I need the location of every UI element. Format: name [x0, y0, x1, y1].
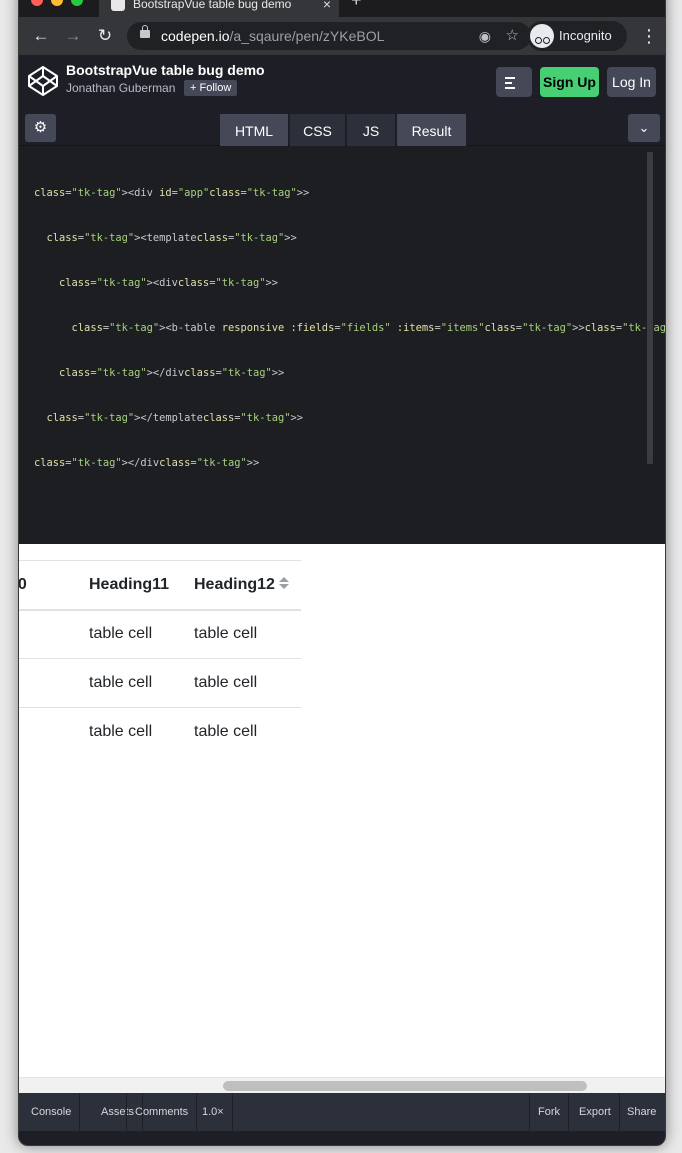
maximize-window-button[interactable]	[71, 0, 83, 6]
editor-scrollbar[interactable]	[647, 152, 653, 464]
scrollbar-thumb[interactable]	[223, 1081, 587, 1091]
code-line: class="tk-tag"><div id="app"class="tk-ta…	[34, 187, 310, 199]
code-line: class="tk-tag"></templateclass="tk-tag">…	[46, 412, 304, 424]
follow-button[interactable]: + Follow	[184, 80, 238, 96]
pen-title: BootstrapVue table bug demo	[66, 62, 265, 78]
console-button[interactable]: Console	[23, 1093, 81, 1131]
layout-icon-line	[505, 87, 515, 89]
table-header-row: ing10 Heading11 Heading12	[19, 560, 301, 611]
table-cell: table cell	[77, 609, 182, 659]
zoom-button[interactable]: 1.0×	[194, 1093, 233, 1131]
incognito-label: Incognito	[559, 28, 612, 43]
table-cell: table cell	[77, 658, 182, 708]
editor-tab-bar: ⚙ HTML CSS JS Result ⌄	[19, 109, 665, 146]
pen-author[interactable]: Jonathan Guberman	[66, 81, 175, 95]
result-table: ing10 Heading11 Heading12 cell table cel…	[19, 560, 301, 757]
codepen-footer-bar: Console Assets Comments 1.0× Fork Export…	[19, 1093, 665, 1131]
tab-html[interactable]: HTML	[220, 114, 288, 146]
sort-icon[interactable]	[278, 577, 289, 590]
tab-result[interactable]: Result	[397, 114, 466, 146]
result-preview: ing10 Heading11 Heading12 cell table cel…	[19, 544, 665, 1093]
column-header-heading11[interactable]: Heading11	[77, 560, 182, 611]
export-button[interactable]: Export	[571, 1093, 620, 1131]
gear-icon[interactable]: ⚙	[25, 114, 56, 142]
share-button[interactable]: Share	[619, 1093, 664, 1131]
layout-icon-line	[505, 82, 512, 84]
browser-window: BootstrapVue table bug demo × + ← → ↻ co…	[18, 0, 666, 1146]
column-header-heading12[interactable]: Heading12	[182, 560, 301, 611]
incognito-badge[interactable]: Incognito	[527, 21, 627, 51]
table-cell: cell	[19, 707, 77, 757]
tab-title: BootstrapVue table bug demo	[133, 0, 292, 11]
column-header-heading10[interactable]: ing10	[19, 560, 77, 611]
codepen-favicon-icon	[111, 0, 125, 11]
table-row: cell table cell table cell	[19, 707, 301, 757]
codepen-header: BootstrapVue table bug demo Jonathan Gub…	[19, 55, 665, 109]
table-row: cell table cell table cell	[19, 609, 301, 659]
code-content[interactable]: class="tk-tag"><div id="app"class="tk-ta…	[34, 156, 666, 501]
eye-off-icon[interactable]: ◉	[479, 22, 491, 50]
chevron-down-icon[interactable]: ⌄	[628, 114, 660, 142]
lock-icon[interactable]	[140, 25, 150, 38]
new-tab-button[interactable]: +	[351, 0, 362, 11]
comments-button[interactable]: Comments	[126, 1093, 198, 1131]
table-cell: table cell	[182, 609, 301, 659]
change-view-button[interactable]	[496, 67, 532, 97]
minimize-window-button[interactable]	[51, 0, 63, 6]
incognito-icon	[530, 24, 554, 48]
kebab-menu-icon[interactable]: ⋮	[639, 17, 659, 55]
code-line: class="tk-tag"></divclass="tk-tag">>	[34, 457, 260, 469]
table-cell: cell	[19, 609, 77, 659]
horizontal-scrollbar[interactable]	[19, 1077, 665, 1093]
table-cell: cell	[19, 658, 77, 708]
table-cell: table cell	[182, 707, 301, 757]
html-code-editor[interactable]: class="tk-tag"><div id="app"class="tk-ta…	[19, 146, 665, 544]
layout-icon	[505, 77, 515, 79]
codepen-logo-icon[interactable]	[27, 65, 59, 97]
code-line: class="tk-tag"><divclass="tk-tag">>	[59, 277, 279, 289]
star-icon[interactable]: ☆	[506, 22, 519, 50]
address-bar[interactable]: codepen.io/a_sqaure/pen/zYKeBOL ◉ ☆	[127, 22, 531, 50]
tab-css[interactable]: CSS	[290, 114, 345, 146]
code-line: class="tk-tag"><b-table responsive :fiel…	[71, 322, 666, 334]
back-icon[interactable]: ←	[27, 17, 55, 55]
browser-tab[interactable]: BootstrapVue table bug demo ×	[99, 0, 339, 17]
table-cell: table cell	[182, 658, 301, 708]
browser-toolbar: ← → ↻ codepen.io/a_sqaure/pen/zYKeBOL ◉ …	[19, 17, 665, 55]
fork-button[interactable]: Fork	[529, 1093, 569, 1131]
column-header-label: Heading12	[194, 575, 275, 593]
sign-up-button[interactable]: Sign Up	[540, 67, 599, 97]
tab-js[interactable]: JS	[347, 114, 395, 146]
table-cell: table cell	[77, 707, 182, 757]
url-host: codepen.io	[161, 28, 230, 44]
table-row: cell table cell table cell	[19, 658, 301, 708]
tab-strip: BootstrapVue table bug demo × +	[19, 0, 665, 17]
url-path: /a_sqaure/pen/zYKeBOL	[229, 28, 385, 44]
close-window-button[interactable]	[31, 0, 43, 6]
code-line: class="tk-tag"></divclass="tk-tag">>	[59, 367, 285, 379]
log-in-button[interactable]: Log In	[607, 67, 656, 97]
forward-icon[interactable]: →	[59, 17, 87, 55]
tab-close-icon[interactable]: ×	[323, 0, 331, 17]
code-line: class="tk-tag"><templateclass="tk-tag">>	[46, 232, 297, 244]
reload-icon[interactable]: ↻	[91, 17, 119, 55]
